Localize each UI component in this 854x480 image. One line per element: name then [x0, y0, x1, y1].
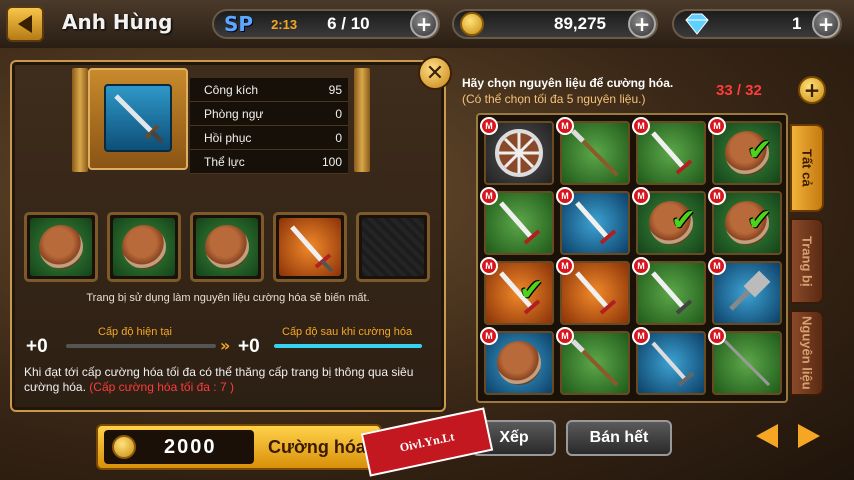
- inventory-item[interactable]: M: [480, 187, 554, 255]
- expand-inventory-button[interactable]: +: [798, 76, 826, 104]
- tab-equipment[interactable]: Trang bị: [790, 218, 824, 304]
- shield-icon: [39, 225, 83, 269]
- selected-check-icon: ✔: [670, 203, 696, 238]
- selected-check-icon: ✔: [746, 133, 772, 168]
- enhance-button[interactable]: 2000 Cường hóa: [96, 424, 382, 470]
- stat-row: Công kích 95: [190, 78, 348, 102]
- frame-pillar-right: [354, 68, 370, 172]
- material-slot-empty[interactable]: [356, 212, 430, 282]
- back-arrow-icon: [18, 15, 32, 33]
- gem-amount: 1: [792, 14, 802, 33]
- material-notice: Trang bị sử dụng làm nguyên liệu cường h…: [86, 292, 370, 304]
- inventory-item[interactable]: M: [556, 117, 630, 185]
- shield-icon: [122, 225, 166, 269]
- back-button[interactable]: [6, 6, 44, 42]
- double-arrow-icon: »: [220, 336, 231, 355]
- tab-all[interactable]: Tất cả: [790, 124, 824, 212]
- material-slot[interactable]: [24, 212, 98, 282]
- inventory-item[interactable]: M: [708, 327, 782, 395]
- enhance-cost-value: 2000: [164, 435, 217, 458]
- sword-icon: [575, 201, 617, 245]
- material-slot[interactable]: [273, 212, 347, 282]
- diamond-icon: [685, 13, 709, 35]
- sword-icon: [651, 341, 695, 387]
- enhance-label: Cường hóa: [268, 436, 366, 457]
- inventory-item[interactable]: M: [556, 187, 630, 255]
- sword-icon: [499, 201, 541, 245]
- spear-icon: [571, 339, 619, 387]
- sp-label: SP: [224, 12, 254, 36]
- inventory-item[interactable]: M ✔: [708, 117, 782, 185]
- add-sp-button[interactable]: +: [410, 10, 438, 38]
- sp-count: 6 / 10: [327, 14, 370, 33]
- sword-icon: [114, 94, 164, 144]
- shield-icon: [205, 225, 249, 269]
- stat-row: Phòng ngự 0: [190, 102, 348, 126]
- sword-icon: [651, 271, 693, 315]
- spear-icon: [571, 129, 619, 177]
- enhance-cost: 2000: [104, 430, 254, 464]
- max-level-text: (Cấp cường hóa tối đa : 7 ): [89, 380, 234, 394]
- sell-all-button[interactable]: Bán hết: [566, 420, 672, 456]
- current-level-bar: [66, 344, 216, 348]
- close-button[interactable]: ✕: [418, 56, 452, 90]
- axe-icon: [729, 270, 771, 311]
- after-level-value: +0: [238, 336, 260, 357]
- selected-check-icon: ✔: [746, 203, 772, 238]
- gold-coin-icon: [460, 12, 484, 36]
- prev-page-arrow-icon[interactable]: [756, 424, 778, 448]
- shield-icon: [497, 341, 541, 385]
- material-select-title: Hãy chọn nguyên liệu để cường hóa.: [462, 76, 674, 90]
- current-level-label: Cấp độ hiện tại: [98, 326, 172, 338]
- sword-icon: [651, 131, 693, 175]
- gold-coin-icon: [112, 435, 136, 459]
- stat-row: Thể lực 100: [190, 150, 348, 174]
- inventory-item[interactable]: M: [480, 327, 554, 395]
- inventory-item[interactable]: M ✔: [632, 187, 706, 255]
- next-page-arrow-icon[interactable]: [798, 424, 820, 448]
- inventory-item[interactable]: M ✔: [708, 187, 782, 255]
- add-gold-button[interactable]: +: [628, 10, 656, 38]
- inventory-count: 33 / 32: [716, 82, 762, 99]
- enhance-info: Khi đạt tới cấp cường hóa tối đa có thể …: [24, 365, 434, 395]
- sword-icon: [290, 225, 334, 273]
- spear-icon: [723, 339, 771, 387]
- sp-timer: 2:13: [271, 16, 298, 32]
- current-level-value: +0: [26, 336, 48, 357]
- add-gem-button[interactable]: +: [812, 10, 840, 38]
- stat-row: Hồi phục 0: [190, 126, 348, 150]
- material-slot[interactable]: [107, 212, 181, 282]
- inventory-item[interactable]: M: [556, 327, 630, 395]
- page-title: Anh Hùng: [62, 10, 173, 34]
- inventory-item[interactable]: M: [556, 257, 630, 325]
- inventory-item[interactable]: M: [632, 257, 706, 325]
- sp-bar: SP 2:13 6 / 10: [212, 9, 440, 39]
- inventory-item[interactable]: M ✔: [480, 257, 554, 325]
- frame-pillar-left: [72, 68, 88, 172]
- inventory-item[interactable]: M: [480, 117, 554, 185]
- wheel-icon: [495, 129, 543, 177]
- inventory-item[interactable]: M: [632, 327, 706, 395]
- inventory-item[interactable]: M: [632, 117, 706, 185]
- material-select-subtitle: (Có thể chọn tối đa 5 nguyên liệu.): [462, 92, 646, 106]
- tab-materials[interactable]: Nguyên liệu: [790, 310, 824, 396]
- after-level-label: Cấp độ sau khi cường hóa: [282, 326, 413, 338]
- inventory-item[interactable]: M: [708, 257, 782, 325]
- target-weapon-slot[interactable]: [104, 84, 172, 152]
- material-slot[interactable]: [190, 212, 264, 282]
- gold-amount: 89,275: [554, 14, 606, 33]
- sword-icon: [575, 271, 617, 315]
- selected-check-icon: ✔: [518, 273, 544, 308]
- inventory-grid: M M M M ✔ M M M ✔ M ✔ M ✔ M M M M M M M: [476, 113, 788, 403]
- weapon-stats: Công kích 95 Phòng ngự 0 Hồi phục 0 Thể lực…: [190, 78, 348, 174]
- close-icon: ✕: [425, 60, 445, 86]
- after-level-bar: [274, 344, 422, 348]
